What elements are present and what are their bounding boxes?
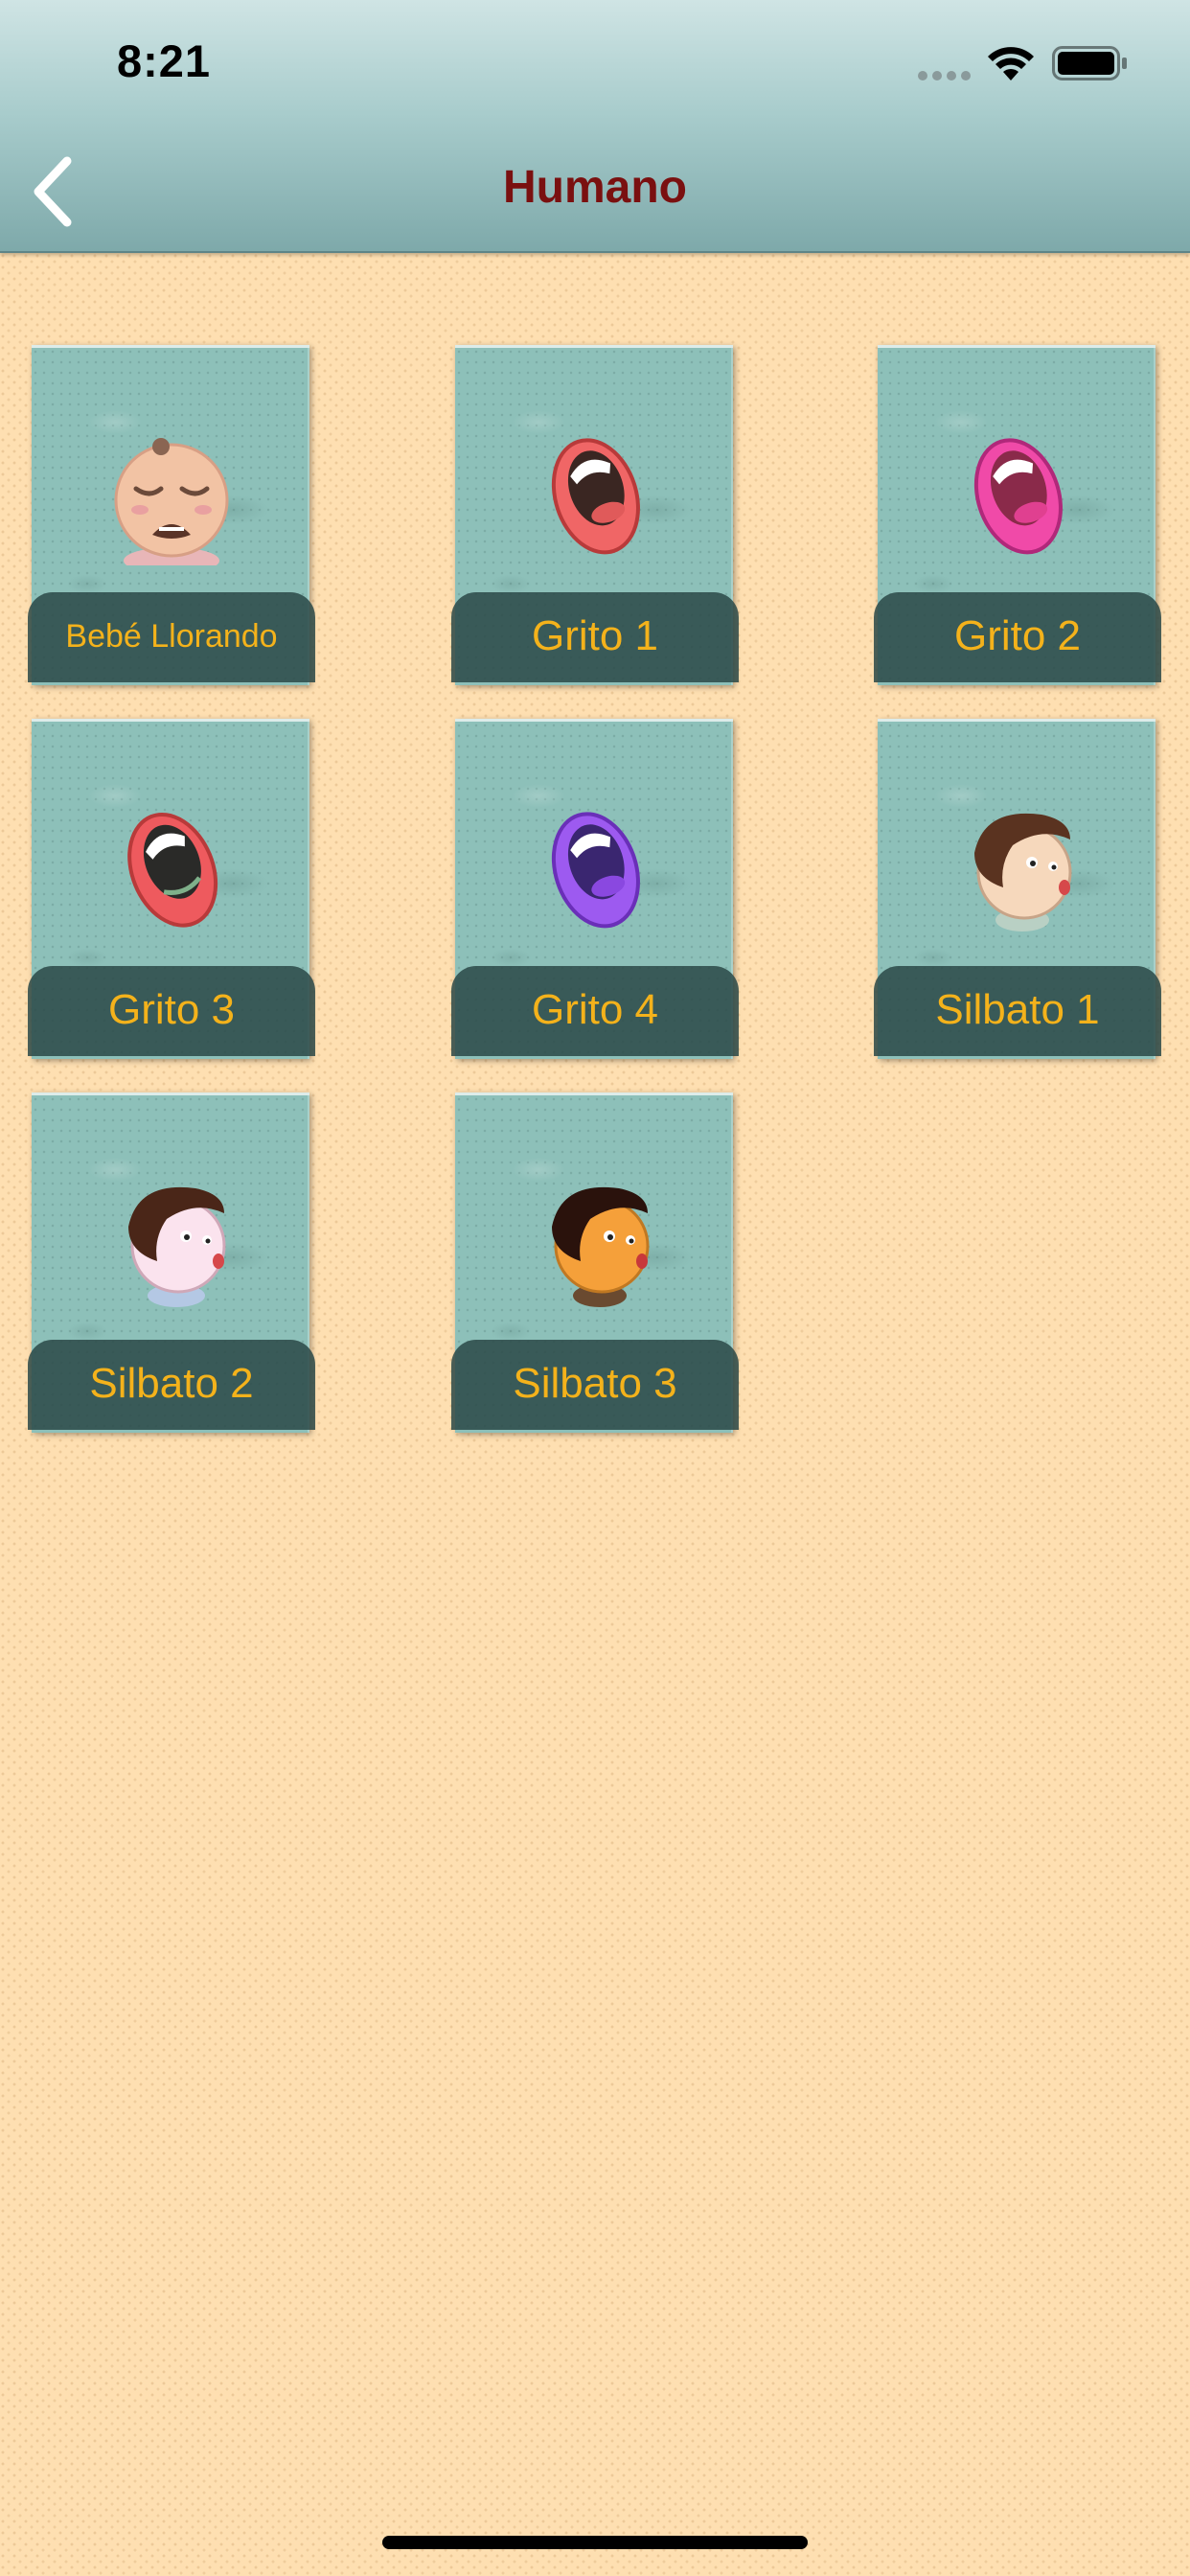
sound-card-silbato-1[interactable]: Silbato 1	[874, 719, 1161, 1059]
whistling-boy-icon	[128, 1186, 226, 1307]
card-label: Grito 3	[28, 966, 315, 1056]
sound-card-bebe-llorando[interactable]: Bebé Llorando	[28, 345, 315, 685]
pink-mouth-icon	[973, 438, 1063, 555]
card-label: Grito 2	[874, 592, 1161, 682]
red-mouth-icon	[127, 812, 218, 928]
crying-baby-icon	[114, 438, 229, 565]
home-indicator[interactable]	[382, 2536, 808, 2549]
sound-card-grito-4[interactable]: Grito 4	[451, 719, 739, 1059]
sound-card-silbato-2[interactable]: Silbato 2	[28, 1092, 315, 1433]
sound-card-grito-1[interactable]: Grito 1	[451, 345, 739, 685]
battery-icon	[1052, 46, 1127, 80]
whistling-boy-icon	[974, 813, 1072, 932]
card-label: Silbato 1	[874, 966, 1161, 1056]
cellular-signal-icon	[918, 71, 971, 80]
card-label: Silbato 2	[28, 1340, 315, 1430]
whistling-boy-icon	[552, 1186, 650, 1307]
wifi-icon	[988, 47, 1034, 80]
page-title: Humano	[503, 162, 687, 213]
red-mouth-icon	[551, 438, 640, 555]
status-time: 8:21	[117, 35, 212, 86]
card-label: Silbato 3	[451, 1340, 739, 1430]
sound-card-grito-2[interactable]: Grito 2	[874, 345, 1161, 685]
sound-card-grito-3[interactable]: Grito 3	[28, 719, 315, 1059]
card-label: Grito 1	[451, 592, 739, 682]
navigation-header: 8:21 Humano	[0, 0, 1190, 253]
sound-card-silbato-3[interactable]: Silbato 3	[451, 1092, 739, 1433]
purple-mouth-icon	[551, 812, 640, 929]
card-label: Bebé Llorando	[28, 592, 315, 682]
card-label: Grito 4	[451, 966, 739, 1056]
